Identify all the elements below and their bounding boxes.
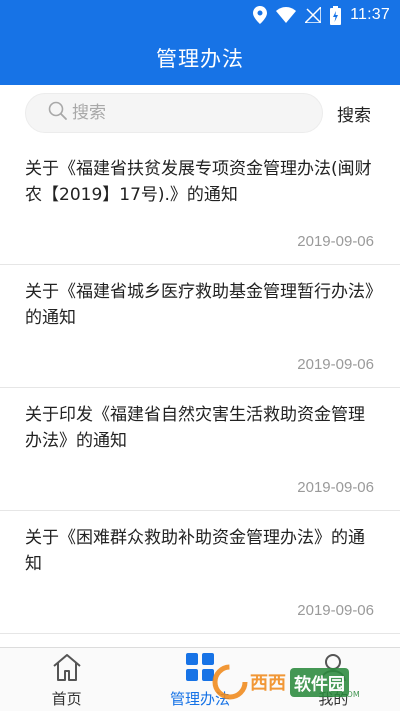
nav-item-profile[interactable]: 我的 <box>267 648 400 711</box>
title-bar: 管理办法 <box>0 30 400 85</box>
article-date: 2019-09-06 <box>297 479 374 496</box>
list-item[interactable]: 关于印发《福建省自然灾害生活救助资金管理办法》的通知 2019-09-06 <box>0 388 400 511</box>
article-date: 2019-09-06 <box>297 233 374 250</box>
search-box[interactable] <box>25 93 323 133</box>
article-date: 2019-09-06 <box>297 356 374 373</box>
article-title: 关于《困难群众救助补助资金管理办法》的通知 <box>25 528 365 574</box>
status-bar: 11:37 <box>0 0 400 30</box>
page-title: 管理办法 <box>156 46 244 71</box>
search-button[interactable]: 搜索 <box>337 101 371 126</box>
article-title: 关于印发《福建省自然灾害生活救助资金管理办法》的通知 <box>25 405 365 451</box>
status-time: 11:37 <box>350 6 390 23</box>
home-icon <box>51 652 83 686</box>
search-row: 搜索 <box>0 85 400 142</box>
user-icon <box>317 652 349 686</box>
article-title: 关于《福建省城乡医疗救助基金管理暂行办法》的通知 <box>25 282 374 328</box>
nav-label-home: 首页 <box>51 690 82 708</box>
list-item[interactable]: 关于《困难群众救助补助资金管理办法》的通知 2019-09-06 <box>0 511 400 634</box>
nav-label-policies: 管理办法 <box>169 690 230 708</box>
article-title: 关于《福建省扶贫发展专项资金管理办法(闽财农【2019】17号).》的通知 <box>25 159 372 205</box>
battery-charging-icon <box>330 5 342 25</box>
list-item[interactable]: 关于《福建省扶贫发展专项资金管理办法(闽财农【2019】17号).》的通知 20… <box>0 142 400 265</box>
nav-label-profile: 我的 <box>318 690 349 708</box>
search-input[interactable] <box>72 103 292 123</box>
location-icon <box>253 6 268 24</box>
no-sim-icon <box>305 7 322 23</box>
wifi-icon <box>276 7 297 23</box>
list-item[interactable]: 关于《福建省城乡医疗救助基金管理暂行办法》的通知 2019-09-06 <box>0 265 400 388</box>
article-date: 2019-09-06 <box>297 602 374 619</box>
search-icon <box>48 101 68 125</box>
nav-item-policies[interactable]: 管理办法 <box>133 648 266 711</box>
nav-item-home[interactable]: 首页 <box>0 648 133 711</box>
grid-icon <box>184 652 216 686</box>
bottom-nav: 首页 管理办法 我的 <box>0 647 400 711</box>
article-list: 关于《福建省扶贫发展专项资金管理办法(闽财农【2019】17号).》的通知 20… <box>0 142 400 634</box>
